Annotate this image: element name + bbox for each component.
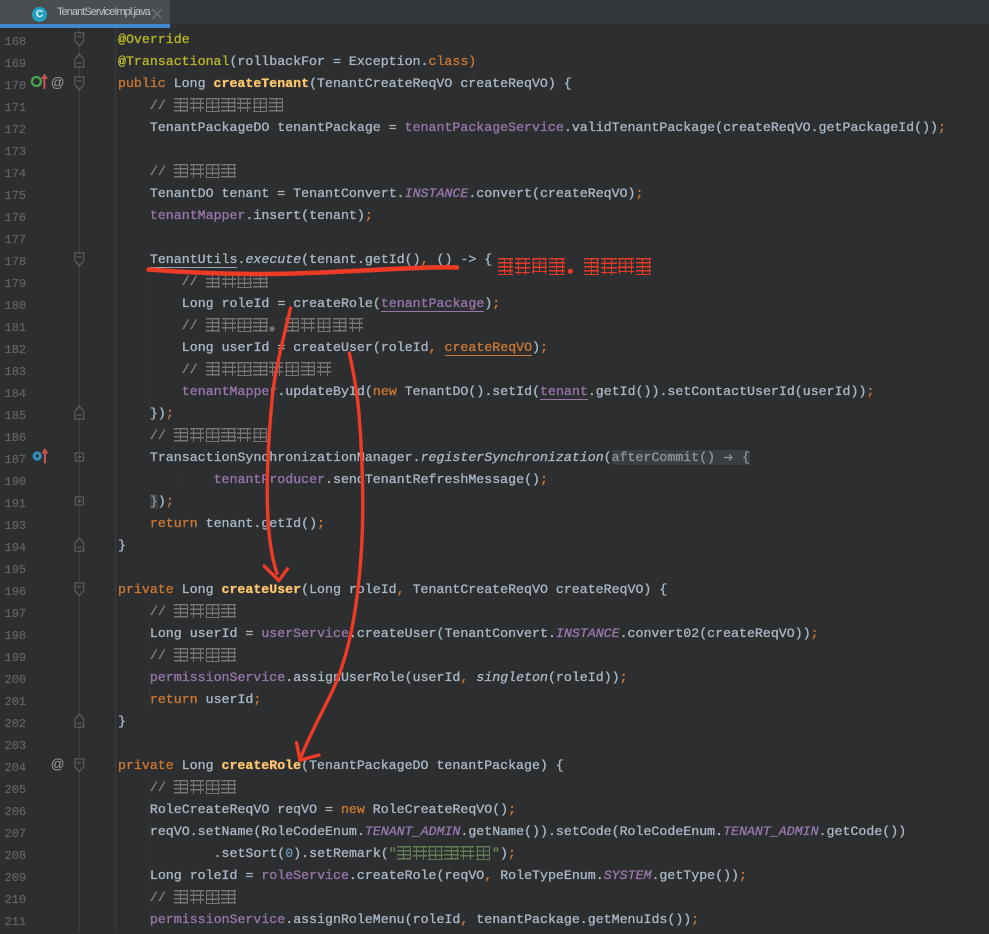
svg-text:@: @	[51, 75, 65, 90]
svg-text:@: @	[51, 757, 65, 772]
